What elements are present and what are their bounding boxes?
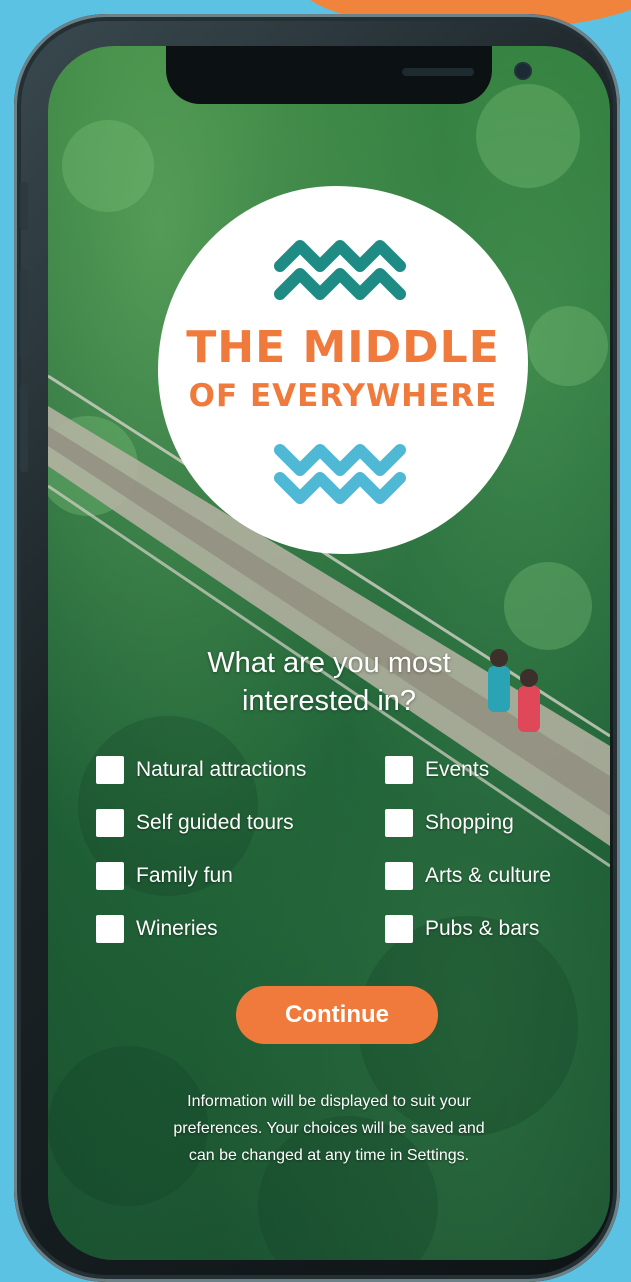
checkbox[interactable] — [96, 756, 124, 784]
option-label: Natural attractions — [136, 758, 307, 781]
info-line1: Information will be displayed to suit yo… — [187, 1093, 471, 1110]
option-wineries[interactable]: Wineries — [96, 915, 218, 943]
option-label: Self guided tours — [136, 811, 294, 834]
option-label: Pubs & bars — [425, 917, 540, 940]
option-label: Family fun — [136, 864, 233, 887]
front-camera-icon — [516, 64, 530, 78]
app-logo: THE MIDDLE OF EVERYWHERE — [158, 186, 528, 554]
option-label: Wineries — [136, 917, 218, 940]
option-label: Shopping — [425, 811, 514, 834]
logo-title-line2: OF EVERYWHERE — [188, 378, 498, 414]
option-family-fun[interactable]: Family fun — [96, 862, 233, 890]
logo-title-line1: THE MIDDLE — [186, 322, 500, 373]
option-label: Arts & culture — [425, 864, 552, 887]
continue-button[interactable]: Continue — [236, 986, 438, 1044]
option-pubs-bars[interactable]: Pubs & bars — [385, 915, 539, 943]
zigzag-waves-icon — [274, 240, 406, 300]
phone-volume-down-button — [20, 384, 28, 472]
checkbox[interactable] — [385, 809, 413, 837]
checkbox[interactable] — [96, 915, 124, 943]
option-arts-culture[interactable]: Arts & culture — [385, 862, 551, 890]
preferences-info-text: Information will be displayed to suit yo… — [108, 1088, 550, 1169]
interest-question: What are you most interested in? — [48, 644, 610, 720]
checkbox[interactable] — [385, 756, 413, 784]
zigzag-waves-icon — [274, 444, 406, 504]
checkbox[interactable] — [96, 809, 124, 837]
info-line2: preferences. Your choices will be saved … — [173, 1120, 485, 1137]
option-natural-attractions[interactable]: Natural attractions — [96, 756, 306, 784]
option-shopping[interactable]: Shopping — [385, 809, 514, 837]
phone-notch — [166, 46, 530, 104]
phone-frame: THE MIDDLE OF EVERYWHERE What are you mo… — [14, 14, 620, 1282]
option-label: Events — [425, 758, 490, 781]
info-line3: can be changed at any time in Settings. — [188, 1147, 470, 1164]
option-self-guided-tours[interactable]: Self guided tours — [96, 809, 294, 837]
checkbox[interactable] — [385, 915, 413, 943]
phone-mute-switch — [20, 182, 28, 230]
app-screen: THE MIDDLE OF EVERYWHERE What are you mo… — [48, 46, 610, 1260]
checkbox[interactable] — [385, 862, 413, 890]
option-events[interactable]: Events — [385, 756, 489, 784]
phone-volume-up-button — [20, 270, 28, 358]
checkbox[interactable] — [96, 862, 124, 890]
phone-speaker — [402, 68, 474, 76]
question-line1: What are you most — [207, 647, 451, 679]
question-line2: interested in? — [241, 685, 417, 717]
